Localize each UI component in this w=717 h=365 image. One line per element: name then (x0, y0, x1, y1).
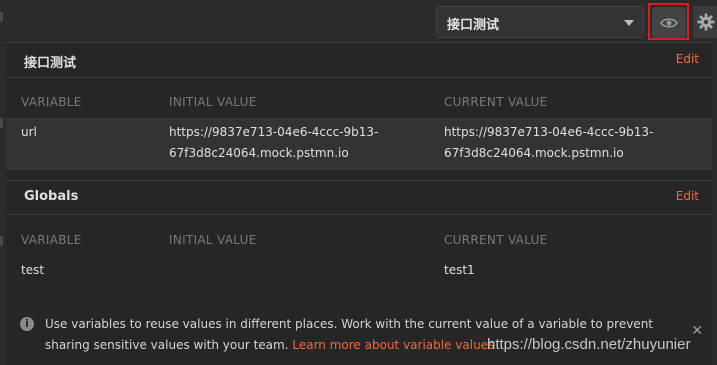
environment-section-title: 接口测试 (24, 56, 77, 71)
initial-value-line: https://9837e713-04e6-4ccc-9b13- (169, 125, 379, 139)
section-divider (6, 214, 712, 215)
column-header-variable: VARIABLE (21, 233, 82, 247)
edge-marker (0, 118, 3, 128)
environment-select[interactable]: 接口测试 (436, 6, 644, 38)
info-icon: i (20, 317, 34, 331)
table-row[interactable]: url https://9837e713-04e6-4ccc-9b13- 67f… (6, 118, 712, 170)
settings-button[interactable] (693, 6, 717, 38)
section-divider (6, 180, 712, 181)
globals-edit-link[interactable]: Edit (676, 189, 699, 203)
current-value-line: 67f3d8c24064.mock.pstmn.io (444, 146, 624, 160)
top-bar: 接口测试 (0, 0, 717, 40)
table-row[interactable]: test test1 (6, 256, 712, 286)
environment-quick-look-panel: 接口测试 Edit VARIABLE INITIAL VALUE CURRENT… (6, 42, 712, 365)
current-value: test1 (444, 263, 475, 277)
edge-marker (0, 12, 3, 22)
column-header-current-value: CURRENT VALUE (444, 95, 548, 109)
chevron-down-icon (624, 20, 634, 26)
initial-value-line: 67f3d8c24064.mock.pstmn.io (169, 146, 349, 160)
close-icon[interactable]: ✕ (691, 323, 703, 339)
learn-more-link[interactable]: Learn more about variable values (292, 338, 494, 352)
watermark: https://blog.csdn.net/zhuyunier (487, 336, 691, 353)
globals-section-title: Globals (24, 189, 79, 204)
column-header-initial-value: INITIAL VALUE (169, 233, 257, 247)
variable-name: test (21, 263, 45, 277)
environment-select-value: 接口测试 (447, 18, 500, 33)
environment-quick-look-button[interactable] (652, 7, 686, 38)
current-value-line: https://9837e713-04e6-4ccc-9b13- (444, 125, 654, 139)
environment-edit-link[interactable]: Edit (676, 52, 699, 66)
column-header-initial-value: INITIAL VALUE (169, 95, 257, 109)
column-header-current-value: CURRENT VALUE (444, 233, 548, 247)
eye-icon (660, 17, 678, 28)
variable-name: url (21, 125, 37, 139)
edge-marker (0, 236, 3, 246)
column-header-variable: VARIABLE (21, 95, 82, 109)
gear-icon (697, 13, 715, 31)
section-divider (6, 77, 712, 78)
